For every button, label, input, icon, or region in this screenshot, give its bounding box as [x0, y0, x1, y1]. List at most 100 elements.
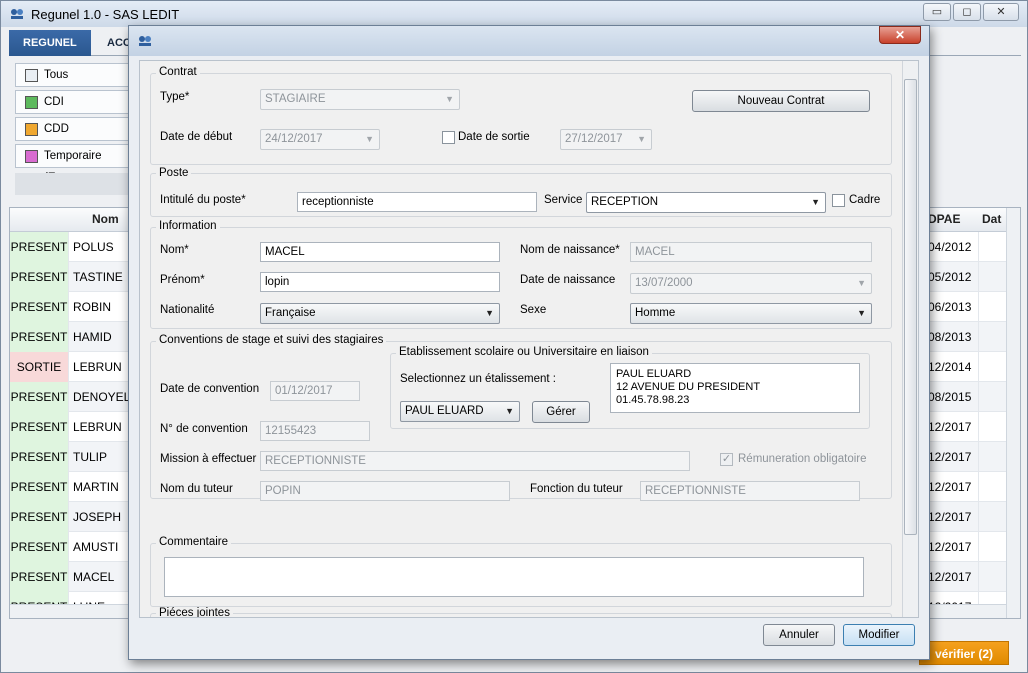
nom-input[interactable]: MACEL	[260, 242, 500, 262]
status-cell: SORTIE	[10, 352, 68, 382]
status-cell: PRESENT	[10, 292, 68, 322]
date-cell: 04/2012	[928, 240, 972, 254]
pieces-title: Piéces jointes	[156, 607, 233, 617]
title-bar: Regunel 1.0 - SAS LEDIT ▭ ◻ ✕	[1, 1, 1027, 27]
table-vertical-scrollbar[interactable]	[1006, 208, 1020, 618]
status-cell: PRESENT	[10, 412, 68, 442]
remuneration-checkbox[interactable]: ✓	[720, 453, 733, 466]
start-date-label: Date de début	[160, 131, 233, 143]
commentaire-textarea[interactable]	[164, 557, 864, 597]
dat-cell	[978, 352, 1006, 382]
name-cell: POLUS	[68, 232, 130, 262]
new-contract-button[interactable]: Nouveau Contrat	[692, 90, 870, 112]
filter-spacer	[15, 173, 135, 195]
prenom-input[interactable]: lopin	[260, 272, 500, 292]
service-value: RECEPTION	[591, 196, 659, 208]
dat-cell	[978, 472, 1006, 502]
annuler-button[interactable]: Annuler	[763, 624, 835, 646]
nationalite-label: Nationalité	[160, 304, 215, 316]
window-title: Regunel 1.0 - SAS LEDIT	[31, 7, 180, 22]
name-cell: AMUSTI	[68, 532, 130, 562]
convention-number-label: N° de convention	[160, 423, 248, 435]
sexe-select[interactable]: Homme ▼	[630, 303, 872, 324]
gerer-button[interactable]: Gérer	[532, 401, 590, 423]
status-cell: PRESENT	[10, 562, 68, 592]
date-cell: 12/2014	[928, 360, 972, 374]
date-cell: 08/2013	[928, 330, 972, 344]
nationalite-value: Française	[265, 307, 316, 319]
document-icon	[25, 123, 38, 136]
close-button[interactable]: ✕	[983, 3, 1019, 21]
birth-date-field[interactable]: 13/07/2000 ▼	[630, 273, 872, 294]
filter-label: CDI	[44, 96, 64, 108]
start-date-field[interactable]: 24/12/2017 ▼	[260, 129, 380, 150]
date-cell: 12/2017	[928, 540, 972, 554]
exit-date-field[interactable]: 27/12/2017 ▼	[560, 129, 652, 150]
minimize-button[interactable]: ▭	[923, 3, 951, 21]
scroll-thumb[interactable]	[904, 79, 917, 535]
verify-button[interactable]: vérifier (2)	[919, 641, 1009, 665]
maximize-button[interactable]: ◻	[953, 3, 981, 21]
dat-cell	[978, 292, 1006, 322]
date-cell: 12/2017	[928, 450, 972, 464]
name-cell: LEBRUN	[68, 352, 130, 382]
date-cell: 05/2012	[928, 270, 972, 284]
modifier-button[interactable]: Modifier	[843, 624, 915, 646]
app-logo-icon	[139, 36, 151, 46]
job-input[interactable]: receptionniste	[297, 192, 537, 212]
nationalite-select[interactable]: Française ▼	[260, 303, 500, 324]
service-label: Service	[544, 194, 583, 206]
date-cell: 12/2017	[928, 480, 972, 494]
service-select[interactable]: RECEPTION ▼	[586, 192, 826, 213]
chevron-down-icon: ▼	[485, 308, 494, 318]
header-dat[interactable]: Dat	[982, 212, 1001, 226]
tuteur-input[interactable]: POPIN	[260, 481, 510, 501]
name-cell: DENOYELLE	[68, 382, 130, 412]
tuteur-label: Nom du tuteur	[160, 483, 233, 495]
dat-cell	[978, 502, 1006, 532]
header-dpae[interactable]: DPAE	[928, 212, 960, 226]
start-date-value: 24/12/2017	[265, 133, 323, 145]
etablissement-address: PAUL ELUARD 12 AVENUE DU PRESIDENT 01.45…	[610, 363, 860, 413]
type-select[interactable]: STAGIAIRE ▼	[260, 89, 460, 110]
birth-name-input[interactable]: MACEL	[630, 242, 872, 262]
tab-regunel[interactable]: REGUNEL	[9, 30, 91, 56]
status-cell: PRESENT	[10, 442, 68, 472]
filter-tous[interactable]: Tous	[15, 63, 135, 87]
dat-cell	[978, 562, 1006, 592]
address-line: 01.45.78.98.23	[616, 394, 690, 406]
header-name[interactable]: Nom	[92, 212, 119, 226]
dialog-close-button[interactable]: ✕	[879, 26, 921, 44]
commentaire-title: Commentaire	[156, 536, 232, 548]
fonction-tuteur-input[interactable]: RECEPTIONNISTE	[640, 481, 860, 501]
filter-cdd[interactable]: CDD	[15, 117, 135, 141]
cadre-checkbox[interactable]	[832, 194, 845, 207]
app-logo-icon	[11, 9, 23, 19]
birth-name-label: Nom de naissance*	[520, 244, 620, 256]
etablissement-select[interactable]: PAUL ELUARD ▼	[400, 401, 520, 422]
dialog-body: Contrat Type* STAGIAIRE ▼ Nouveau Contrat…	[139, 60, 919, 618]
prenom-label: Prénom*	[160, 274, 205, 286]
dialog-scrollbar[interactable]	[902, 61, 918, 617]
status-cell: PRESENT	[10, 232, 68, 262]
etablissement-title: Etablissement scolaire ou Universitaire …	[396, 346, 652, 358]
filter-temporaire[interactable]: Temporaire (Extra	[15, 144, 135, 184]
convention-number-input[interactable]: 12155423	[260, 421, 370, 441]
exit-date-label: Date de sortie	[458, 131, 530, 143]
filter-cdi[interactable]: CDI	[15, 90, 135, 114]
dat-cell	[978, 322, 1006, 352]
exit-date-checkbox[interactable]	[442, 131, 455, 144]
document-icon	[25, 150, 38, 163]
status-cell: PRESENT	[10, 532, 68, 562]
convention-date-label: Date de convention	[160, 383, 260, 395]
mission-input[interactable]: RECEPTIONNISTE	[260, 451, 690, 471]
date-cell: 12/2017	[928, 420, 972, 434]
convention-date-field[interactable]: 01/12/2017	[270, 381, 360, 401]
information-title: Information	[156, 220, 220, 232]
chevron-down-icon: ▼	[811, 197, 820, 207]
date-cell: 08/2015	[928, 390, 972, 404]
address-line: 12 AVENUE DU PRESIDENT	[616, 381, 761, 393]
chevron-down-icon: ▼	[857, 278, 866, 288]
contract-dialog: ✕ Contrat Type* STAGIAIRE ▼ Nouveau Contr…	[128, 25, 930, 660]
exit-date-value: 27/12/2017	[565, 133, 623, 145]
